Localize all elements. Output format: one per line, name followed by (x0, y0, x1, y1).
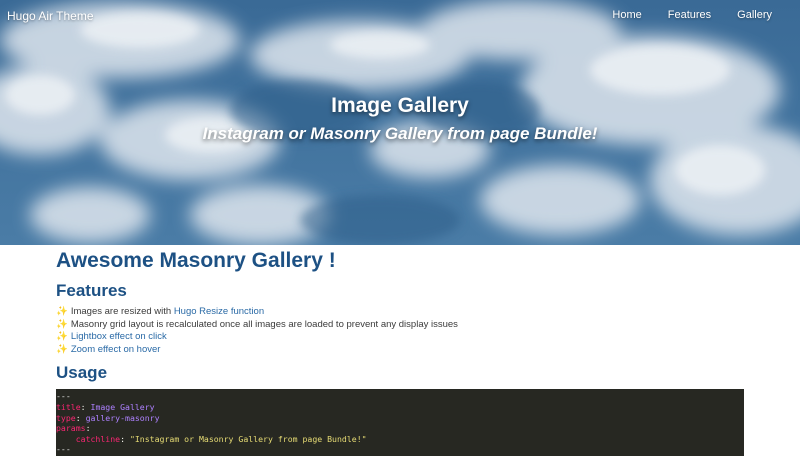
main-nav: Home Features Gallery (586, 9, 772, 21)
code-key: title (56, 401, 81, 412)
hero-subtitle: Instagram or Masonry Gallery from page B… (202, 124, 598, 143)
list-item: ✨ Zoom effect on hover (56, 344, 744, 357)
sparkles-icon: ✨ (56, 306, 68, 317)
hero-banner: Hugo Air Theme Home Features Gallery Ima… (0, 0, 800, 245)
code-key: type (56, 412, 76, 423)
top-navigation-bar: Hugo Air Theme Home Features Gallery (0, 0, 800, 32)
main-content: Awesome Masonry Gallery ! Features ✨ Imag… (56, 245, 744, 457)
nav-item-gallery[interactable]: Gallery (737, 9, 772, 21)
sky-background-image (0, 0, 800, 245)
hugo-resize-link[interactable]: Hugo Resize function (174, 306, 264, 317)
code-delimiter: --- (56, 391, 71, 402)
feature-text: Lightbox effect on click (70, 331, 167, 343)
code-block: --- title: Image Gallery type: gallery-m… (56, 389, 744, 457)
feature-text: Masonry grid layout is recalculated once… (70, 318, 458, 330)
list-item: ✨ Lightbox effect on click (56, 331, 744, 344)
code-key: catchline (75, 433, 121, 444)
sparkles-icon: ✨ (56, 343, 68, 355)
page-title: Awesome Masonry Gallery ! (56, 249, 336, 272)
list-item: ✨ Images are resized with Hugo Resize fun… (56, 306, 744, 319)
usage-heading: Usage (56, 363, 108, 383)
site-brand-link[interactable]: Hugo Air Theme (7, 9, 94, 23)
nav-item-home[interactable]: Home (612, 9, 641, 21)
sparkles-icon: ✨ (56, 318, 68, 330)
features-heading: Features (56, 281, 127, 300)
list-item: ✨ Masonry grid layout is recalculated onc… (56, 319, 744, 332)
code-key: params (56, 423, 86, 434)
nav-item-features[interactable]: Features (668, 9, 711, 21)
sparkles-icon: ✨ (56, 331, 68, 343)
feature-text: Images are resized with (70, 306, 174, 317)
code-value: Image Gallery (90, 401, 155, 412)
code-value: gallery-masonry (85, 412, 160, 423)
features-list: ✨ Images are resized with Hugo Resize fun… (56, 306, 744, 356)
code-delimiter: --- (56, 444, 71, 455)
code-string: "Instagram or Masonry Gallery from page … (129, 433, 367, 444)
hero-title: Image Gallery (331, 94, 469, 117)
feature-text: Zoom effect on hover (70, 343, 161, 355)
